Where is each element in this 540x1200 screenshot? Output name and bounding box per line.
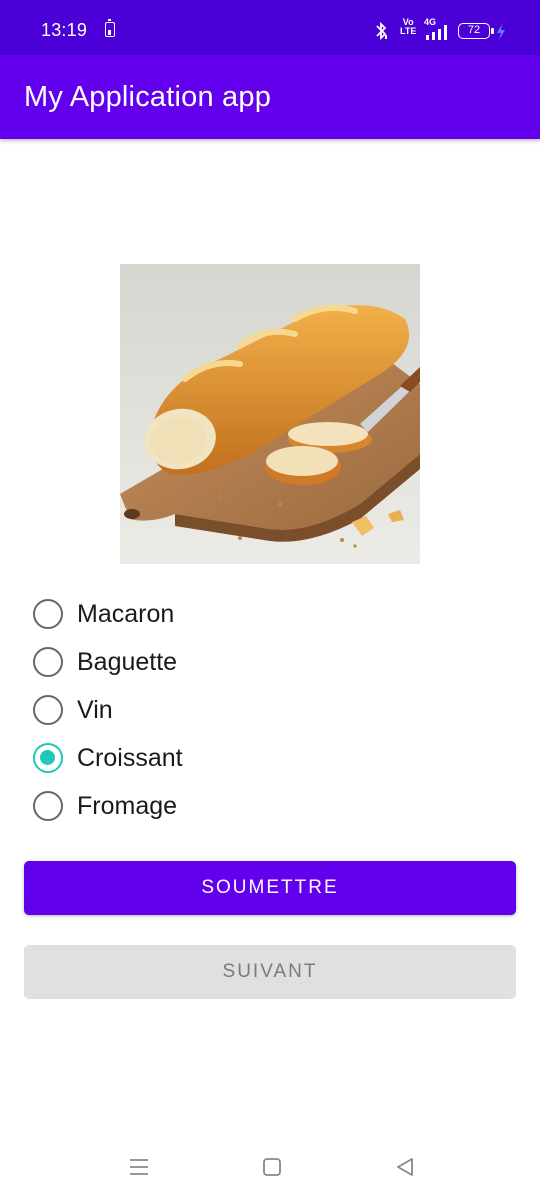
radio-option-fromage[interactable]: Fromage bbox=[31, 782, 271, 830]
baguette-image bbox=[120, 264, 420, 564]
battery-saver-icon bbox=[105, 19, 115, 37]
battery-level: 72 bbox=[467, 24, 481, 36]
baguette-illustration bbox=[120, 264, 420, 564]
radio-label[interactable]: Baguette bbox=[77, 648, 177, 677]
menu-icon[interactable] bbox=[128, 1157, 150, 1177]
charging-icon bbox=[497, 24, 505, 40]
radio-label[interactable]: Macaron bbox=[77, 600, 174, 629]
radio-option-vin[interactable]: Vin bbox=[31, 686, 271, 734]
radio-label[interactable]: Croissant bbox=[77, 744, 183, 773]
radio-button[interactable] bbox=[33, 599, 63, 629]
navigation-bar bbox=[0, 1140, 540, 1200]
status-time: 13:19 bbox=[41, 20, 88, 40]
volte-indicator: Vo LTE bbox=[400, 17, 417, 36]
radio-button[interactable] bbox=[33, 647, 63, 677]
bluetooth-icon bbox=[376, 21, 387, 41]
radio-button-checked[interactable] bbox=[33, 743, 63, 773]
battery-tip bbox=[491, 28, 494, 34]
radio-button[interactable] bbox=[33, 695, 63, 725]
signal-icon bbox=[426, 25, 447, 40]
app-title: My Application app bbox=[24, 81, 272, 113]
next-button[interactable]: SUIVANT bbox=[24, 945, 516, 999]
back-icon[interactable] bbox=[394, 1156, 416, 1178]
radio-label[interactable]: Vin bbox=[77, 696, 113, 725]
battery-icon: 72 bbox=[458, 23, 490, 39]
app-bar: My Application app bbox=[0, 55, 540, 139]
radio-button[interactable] bbox=[33, 791, 63, 821]
answer-radio-group: Macaron Baguette Vin Croissant Fromage bbox=[31, 590, 271, 830]
radio-option-croissant[interactable]: Croissant bbox=[31, 734, 271, 782]
radio-option-macaron[interactable]: Macaron bbox=[31, 590, 271, 638]
status-bar: 13:19 Vo LTE 4G 72 bbox=[0, 0, 540, 55]
submit-button[interactable]: SOUMETTRE bbox=[24, 861, 516, 915]
radio-label[interactable]: Fromage bbox=[77, 792, 177, 821]
radio-option-baguette[interactable]: Baguette bbox=[31, 638, 271, 686]
home-icon[interactable] bbox=[261, 1156, 283, 1178]
